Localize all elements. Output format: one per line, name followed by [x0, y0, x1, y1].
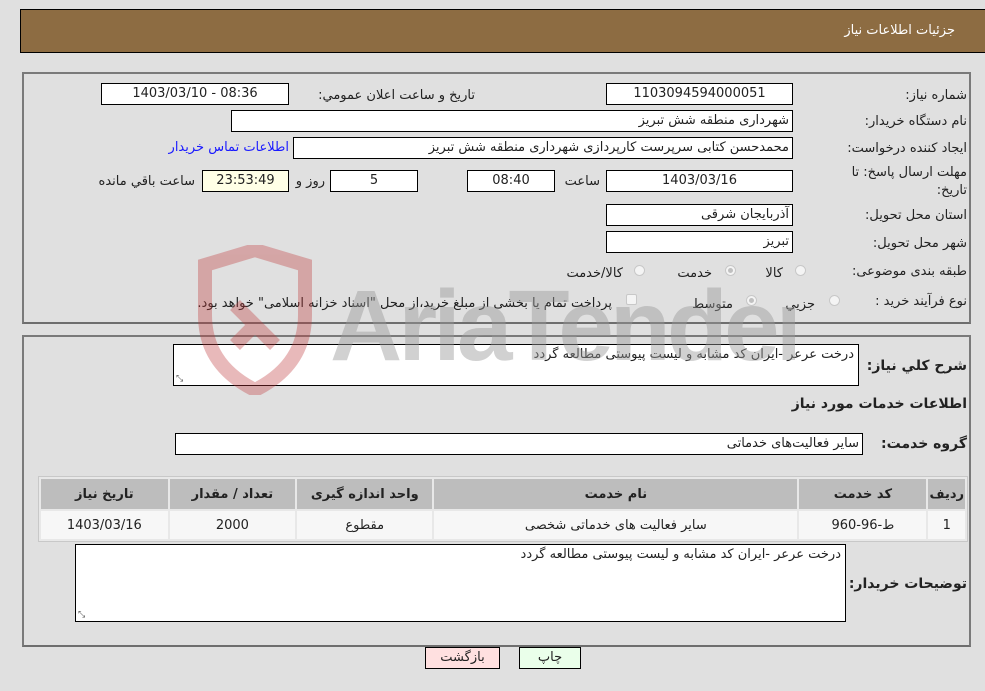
resize-grip-icon[interactable]: ⤡ [176, 374, 183, 384]
need-number-label: شماره نیاز: [905, 88, 967, 103]
col-quantity: تعداد / مقدار [169, 479, 296, 509]
cell-service-code: ط-96-960 [799, 511, 927, 539]
deadline-time-field[interactable]: 08:40 [467, 170, 555, 192]
requester-label: ایجاد کننده درخواست: [847, 141, 967, 156]
cell-need-date: 1403/03/16 [41, 511, 168, 539]
city-label: شهر محل تحویل: [872, 236, 967, 251]
category-option-goods-service: کالا/خدمت [566, 266, 623, 281]
category-radio-goods[interactable] [795, 265, 806, 276]
category-radio-goods-service[interactable] [634, 265, 645, 276]
purchase-type-option-minor: جزيي [785, 297, 815, 312]
buyer-notes-label: توضيحات خريدار: [848, 576, 967, 592]
purchase-type-label: نوع فرآیند خرید : [875, 294, 967, 309]
category-label: طبقه بندی موضوعی: [851, 264, 967, 279]
days-label: روز و [295, 174, 325, 189]
cell-row-number: 1 [928, 511, 965, 539]
service-group-field[interactable]: سایر فعالیت‌های خدماتی [175, 433, 863, 455]
category-radio-service[interactable] [725, 265, 736, 276]
deadline-label-line2: تاریخ: [936, 183, 967, 198]
buyer-notes-text: درخت عرعر -ایران کد مشابه و لیست پیوستی … [520, 547, 841, 562]
cell-quantity: 2000 [169, 511, 296, 539]
category-option-goods: کالا [765, 266, 783, 281]
services-section-title: اطلاعات خدمات مورد نياز [791, 396, 967, 412]
remaining-time-label: ساعت باقي مانده [98, 174, 195, 189]
cell-service-name: سایر فعالیت های خدماتی شخصی [434, 511, 798, 539]
announce-datetime-label: تاریخ و ساعت اعلان عمومي: [318, 88, 475, 103]
purchase-type-radio-medium[interactable] [746, 295, 757, 306]
city-field[interactable]: تبریز [606, 231, 793, 253]
table-row: 1 ط-96-960 سایر فعالیت های خدماتی شخصی م… [41, 511, 965, 539]
page-header: جزئیات اطلاعات نیاز [20, 9, 985, 53]
back-button[interactable]: بازگشت [425, 647, 500, 669]
col-unit: واحد اندازه گيری [297, 479, 433, 509]
general-desc-textarea[interactable]: درخت عرعر -ایران کد مشابه و لیست پیوستی … [173, 344, 859, 386]
col-service-name: نام خدمت [434, 479, 798, 509]
purchase-type-option-medium: متوسط [692, 297, 733, 312]
print-button[interactable]: چاپ [519, 647, 581, 669]
purchase-type-radio-minor[interactable] [829, 295, 840, 306]
col-row-number: رديف [928, 479, 965, 509]
requester-field[interactable]: محمدحسن کتابی سرپرست کارپردازی شهرداری م… [293, 137, 793, 159]
province-label: استان محل تحویل: [865, 208, 967, 223]
cell-unit: مقطوع [297, 511, 433, 539]
buyer-org-field[interactable]: شهرداری منطقه شش تبریز [231, 110, 793, 132]
service-group-label: گروه خدمت: [881, 436, 967, 452]
services-table: رديف کد خدمت نام خدمت واحد اندازه گيری ت… [38, 476, 968, 542]
remaining-days-field[interactable]: 5 [330, 170, 418, 192]
buyer-contact-link[interactable]: اطلاعات تماس خریدار [169, 140, 289, 155]
remaining-time-field[interactable]: 23:53:49 [202, 170, 289, 192]
treasury-note: پرداخت تمام یا بخشی از مبلغ خرید،از محل … [197, 296, 612, 311]
buyer-org-label: نام دستگاه خريدار: [864, 114, 967, 129]
col-service-code: کد خدمت [799, 479, 927, 509]
treasury-checkbox[interactable] [626, 294, 637, 305]
table-header-row: رديف کد خدمت نام خدمت واحد اندازه گيری ت… [41, 479, 965, 509]
deadline-time-label: ساعت [564, 174, 600, 189]
deadline-date-field[interactable]: 1403/03/16 [606, 170, 793, 192]
announce-datetime-field[interactable]: 1403/03/10 - 08:36 [101, 83, 289, 105]
need-number-field[interactable]: 1103094594000051 [606, 83, 793, 105]
general-desc-text: درخت عرعر -ایران کد مشابه و لیست پیوستی … [533, 347, 854, 362]
col-need-date: تاريخ نياز [41, 479, 168, 509]
page-title: جزئیات اطلاعات نیاز [844, 23, 955, 38]
resize-grip-icon[interactable]: ⤡ [78, 610, 85, 620]
general-desc-label: شرح کلي نياز: [866, 358, 967, 374]
category-option-service: خدمت [677, 266, 712, 281]
province-field[interactable]: آذربایجان شرقی [606, 204, 793, 226]
deadline-label-line1: مهلت ارسال پاسخ: تا [851, 165, 967, 180]
buyer-notes-textarea[interactable]: درخت عرعر -ایران کد مشابه و لیست پیوستی … [75, 544, 846, 622]
